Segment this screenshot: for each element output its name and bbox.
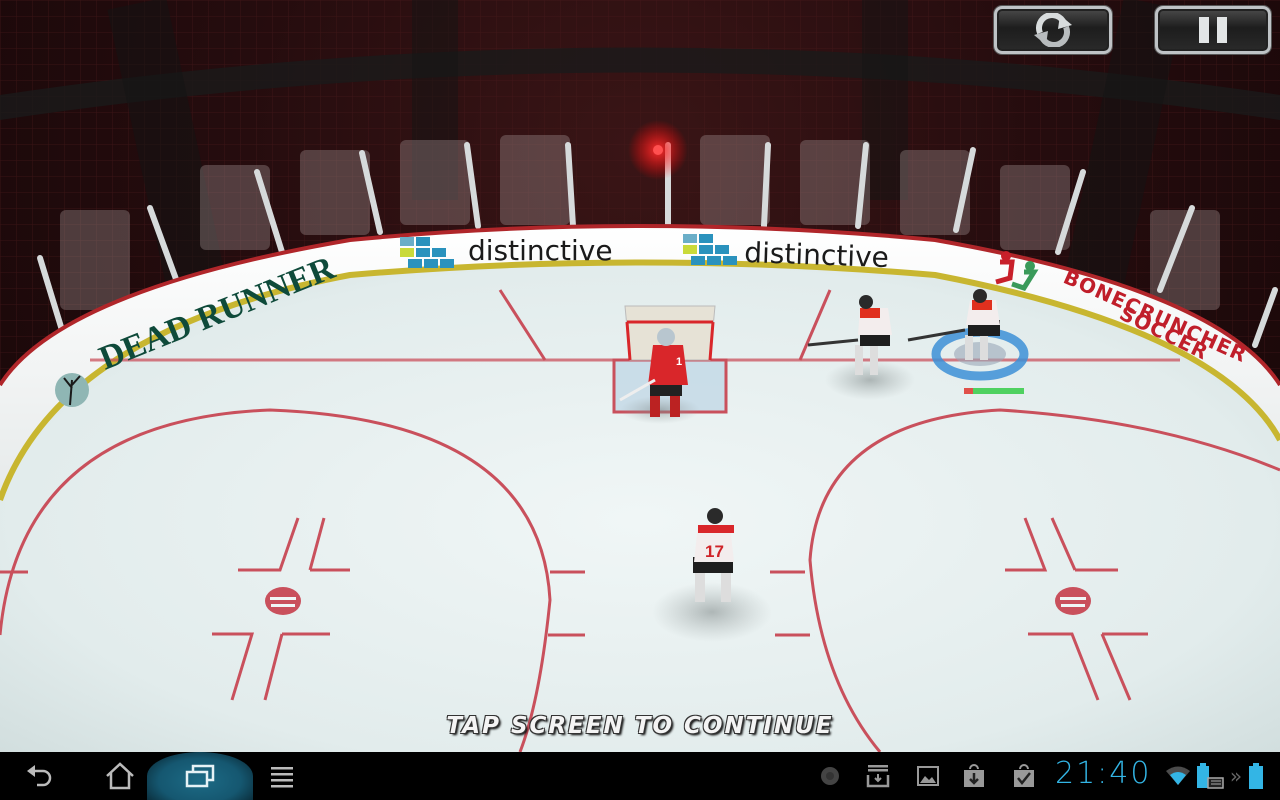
- chevron-icon: »: [1229, 764, 1243, 788]
- status-clock[interactable]: 21:40: [1055, 756, 1151, 791]
- circle-notification-icon: [821, 767, 839, 785]
- sponsor-distinctive-1: distinctive: [468, 234, 613, 267]
- faceoff-dot-left: [265, 587, 301, 615]
- tap-to-continue-prompt[interactable]: TAP SCREEN TO CONTINUE: [0, 713, 1280, 739]
- notification-gallery[interactable]: [914, 762, 942, 790]
- battery-status[interactable]: [1247, 762, 1265, 790]
- back-button[interactable]: [18, 752, 62, 800]
- recent-apps-icon: [185, 764, 215, 788]
- wifi-status[interactable]: [1165, 762, 1191, 790]
- battery-icon: [1249, 763, 1263, 789]
- notification-download-tray[interactable]: [864, 762, 892, 790]
- game-viewport[interactable]: 1 17 DEAD RUNNER distinctive distinctive…: [0, 0, 1280, 752]
- notification-circle[interactable]: [818, 762, 842, 790]
- stamina-bar-deficit: [964, 388, 973, 394]
- notification-store-download[interactable]: [960, 762, 988, 790]
- menu-icon: [271, 767, 293, 788]
- notification-store-check[interactable]: [1010, 762, 1038, 790]
- pause-icon: [1199, 17, 1227, 43]
- goal-light: [653, 145, 663, 155]
- menu-button[interactable]: [260, 752, 304, 800]
- restart-button[interactable]: [994, 6, 1112, 54]
- dock-battery-status[interactable]: [1196, 762, 1224, 790]
- sponsor-distinctive-2: distinctive: [744, 236, 890, 274]
- store-download-icon: [964, 764, 984, 787]
- player-number: 1: [676, 356, 682, 368]
- home-icon: [106, 762, 134, 790]
- pause-button[interactable]: [1155, 6, 1271, 54]
- dock-battery-icon: [1197, 763, 1224, 789]
- rink-scene: 1 17 DEAD RUNNER distinctive distinctive…: [0, 0, 1280, 752]
- home-button[interactable]: [98, 752, 142, 800]
- gallery-icon: [917, 766, 939, 786]
- player-number: 17: [705, 542, 724, 561]
- refresh-icon: [1034, 13, 1072, 47]
- faceoff-dot-right: [1055, 587, 1091, 615]
- download-tray-icon: [866, 765, 890, 788]
- stamina-bar: [973, 388, 1024, 394]
- back-icon: [27, 765, 52, 787]
- wifi-icon: [1166, 766, 1190, 785]
- store-check-icon: [1014, 764, 1034, 787]
- recent-apps-button[interactable]: [178, 752, 222, 800]
